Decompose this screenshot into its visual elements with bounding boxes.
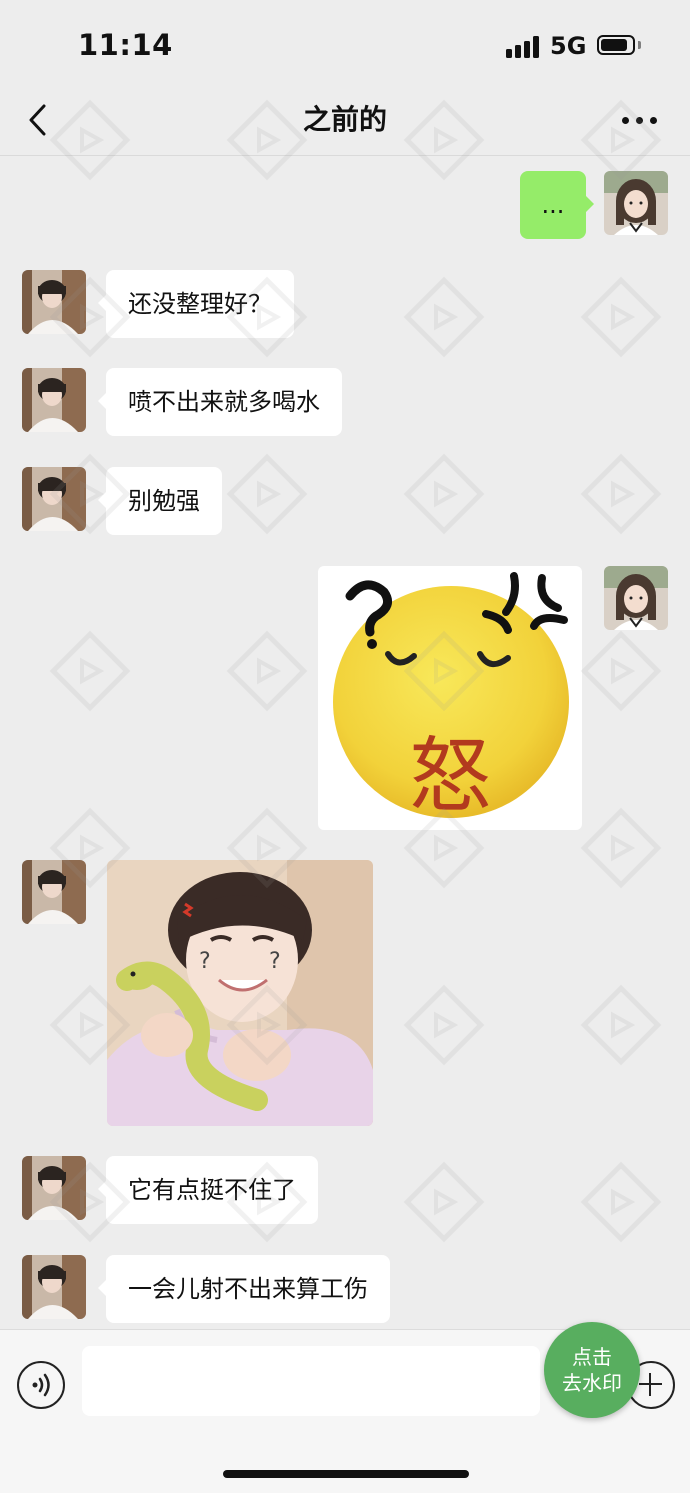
message-input[interactable] — [82, 1346, 540, 1416]
message-text: 一会儿射不出来算工伤 — [128, 1275, 368, 1303]
message-bubble-in[interactable]: 喷不出来就多喝水 — [98, 368, 342, 436]
message-text: ... — [541, 191, 565, 219]
message-row-in: ? ? — [0, 860, 690, 1126]
message-bubble-out[interactable]: ... — [520, 171, 594, 239]
sticker-caption: 怒 — [409, 729, 491, 824]
chat-title: 之前的 — [302, 103, 387, 136]
message-row-in: 别勉强 — [0, 467, 690, 535]
network-type: 5G — [550, 32, 587, 60]
message-row-out: ... — [0, 171, 690, 239]
svg-text:?: ? — [199, 949, 211, 974]
my-avatar[interactable] — [604, 566, 668, 630]
remove-watermark-line2: 去水印 — [562, 1371, 622, 1395]
more-dots-icon — [622, 117, 629, 124]
message-text: 喷不出来就多喝水 — [128, 388, 320, 416]
message-bubble-in[interactable]: 还没整理好？ — [98, 270, 294, 338]
home-indicator[interactable] — [223, 1470, 469, 1478]
signal-icon — [506, 36, 540, 58]
contact-avatar[interactable] — [22, 1255, 86, 1319]
message-text: 别勉强 — [128, 487, 200, 515]
contact-avatar[interactable] — [22, 270, 86, 334]
message-text: 它有点挺不住了 — [128, 1176, 296, 1204]
battery-level — [601, 39, 627, 51]
message-bubble-in[interactable]: 它有点挺不住了 — [98, 1156, 318, 1224]
message-row-in: 喷不出来就多喝水 — [0, 368, 690, 436]
voice-icon — [32, 1373, 50, 1397]
contact-avatar[interactable] — [22, 368, 86, 432]
voice-button[interactable] — [17, 1361, 65, 1409]
battery-icon — [597, 35, 635, 55]
angry-emoji-sticker[interactable]: 怒 — [318, 566, 582, 830]
svg-text:?: ? — [269, 949, 281, 974]
battery-cap — [638, 41, 641, 49]
message-row-in: 还没整理好？ — [0, 270, 690, 338]
message-row-in: 它有点挺不住了 — [0, 1156, 690, 1224]
status-time: 11:14 — [78, 28, 173, 62]
nav-bar: 之前的 — [0, 90, 690, 156]
contact-avatar[interactable] — [22, 467, 86, 531]
more-button[interactable] — [620, 105, 660, 135]
message-row-in: 一会儿射不出来算工伤 — [0, 1255, 690, 1323]
message-bubble-in[interactable]: 别勉强 — [98, 467, 222, 535]
my-avatar[interactable] — [604, 171, 668, 235]
remove-watermark-line1: 点击 — [572, 1345, 612, 1369]
chat-messages[interactable]: ... 还没整理好？ 喷不出来就多喝水 别勉强 怒 ? ? 它有点挺不住了 一会… — [0, 157, 690, 1329]
message-row-out: 怒 — [0, 566, 690, 830]
message-bubble-in[interactable]: 一会儿射不出来算工伤 — [98, 1255, 390, 1323]
remove-watermark-button[interactable]: 点击 去水印 — [544, 1322, 640, 1418]
contact-avatar[interactable] — [22, 860, 86, 924]
contact-avatar[interactable] — [22, 1156, 86, 1220]
boy-with-toy-snake-photo[interactable]: ? ? — [107, 860, 373, 1126]
message-text: 还没整理好？ — [128, 290, 272, 318]
status-bar: 11:14 5G — [0, 0, 690, 90]
